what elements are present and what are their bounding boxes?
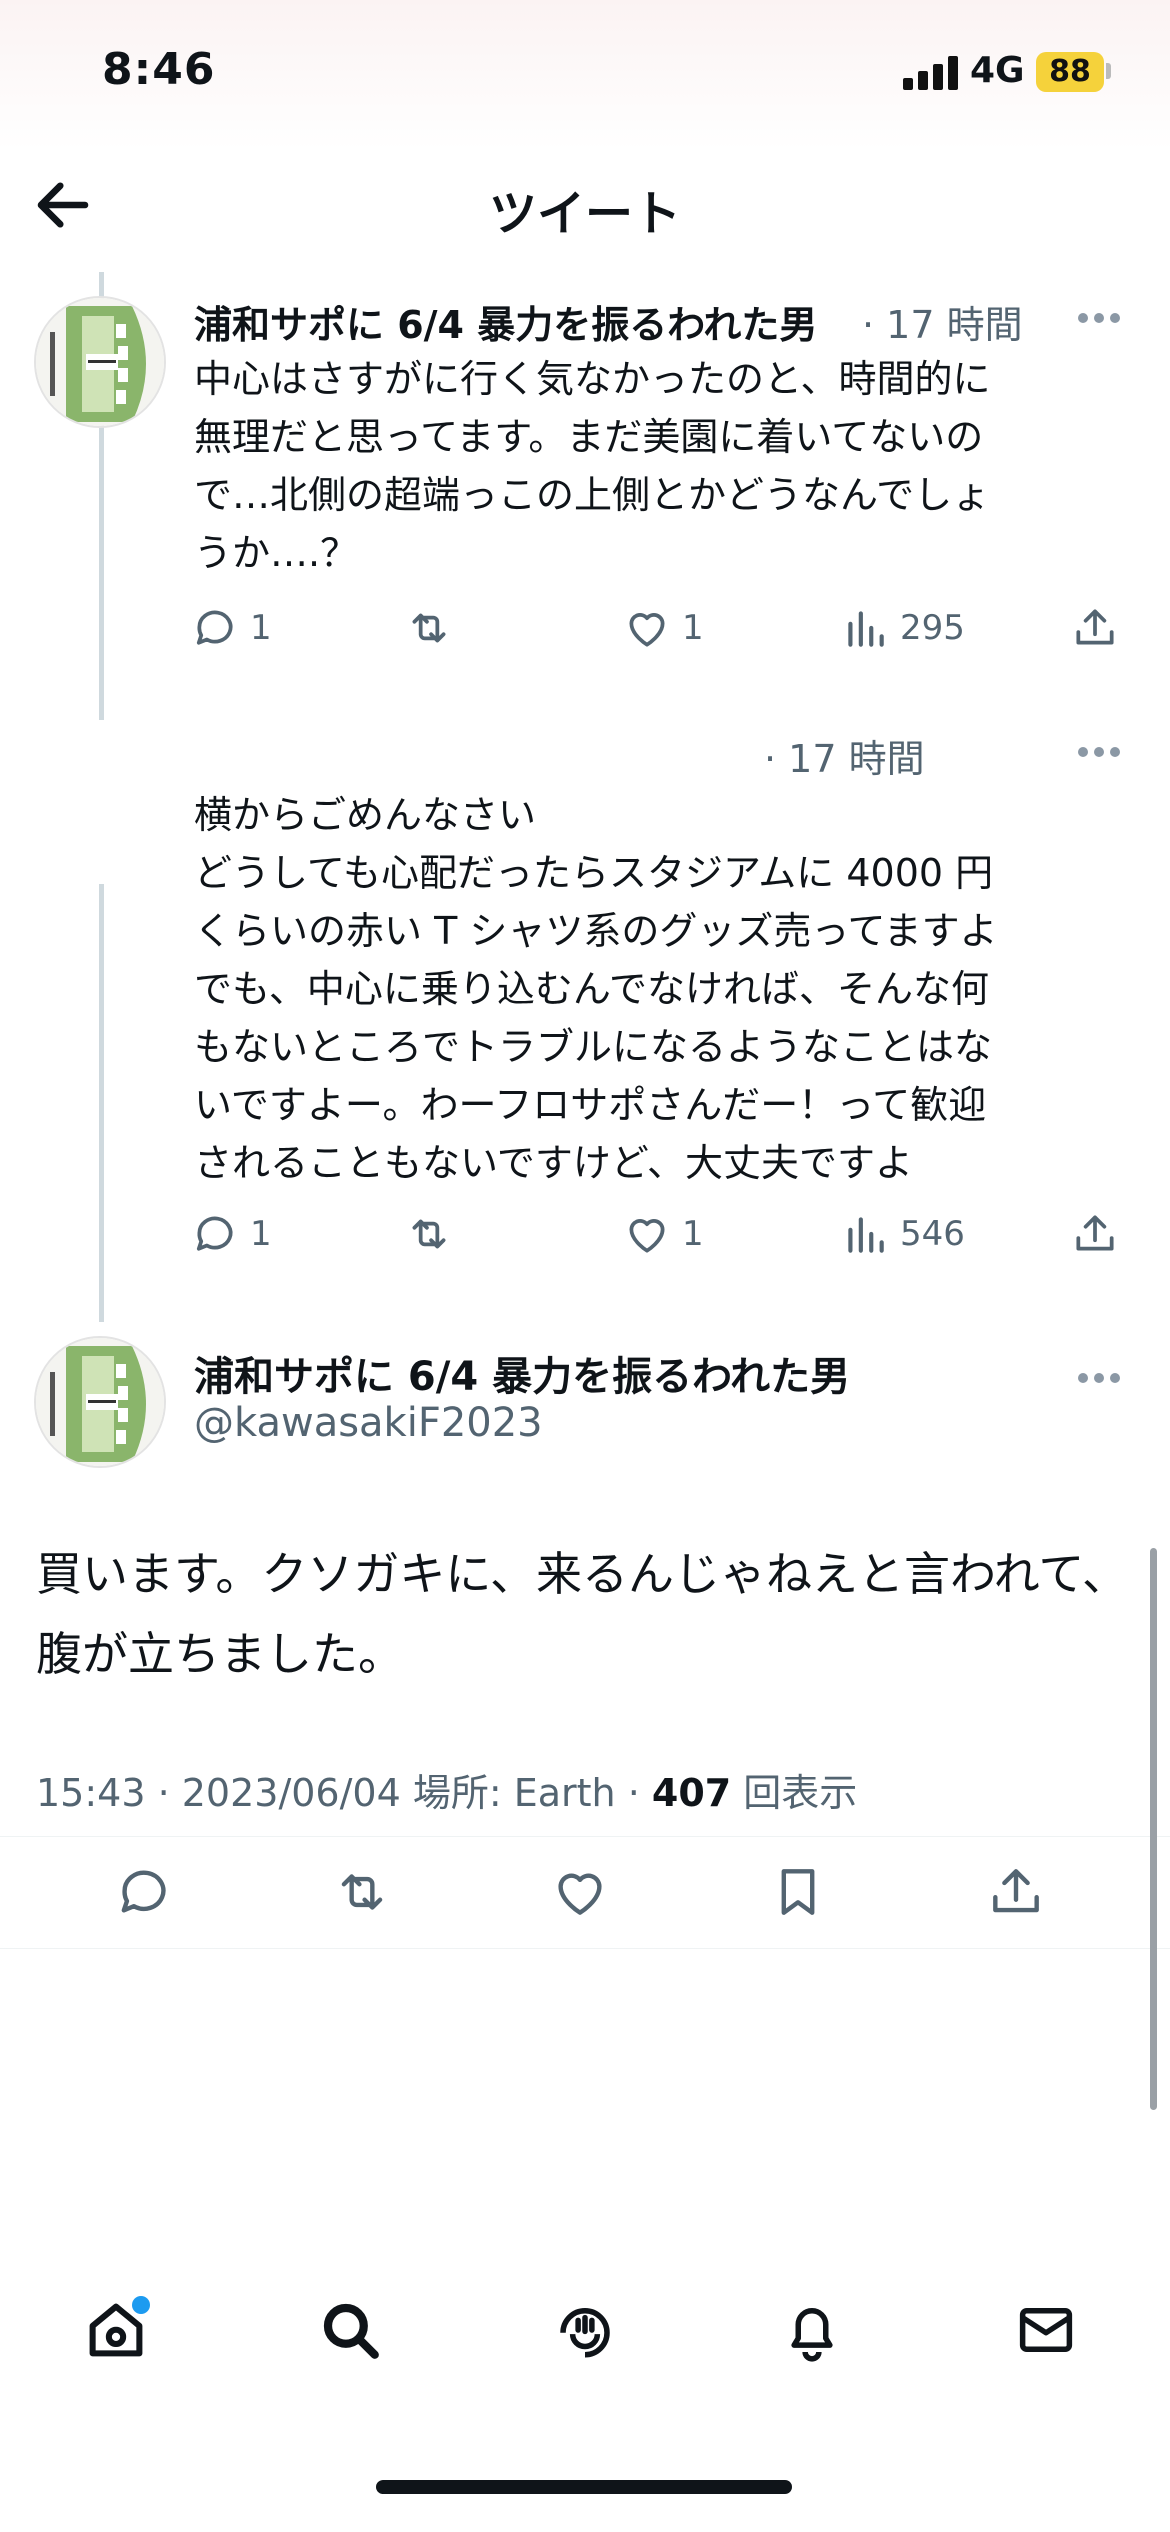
reply-count: 1 bbox=[250, 1214, 272, 1254]
bookmark-icon bbox=[781, 1869, 815, 1915]
tweet-metadata: 15:43 · 2023/06/04 場所: Earth · 407 回表示 bbox=[36, 1762, 857, 1817]
battery-icon: 88 bbox=[1036, 52, 1104, 92]
signal-icon bbox=[903, 56, 959, 90]
tab-notifications[interactable] bbox=[772, 2290, 852, 2370]
retweet-icon bbox=[341, 1874, 383, 1910]
tweet-timestamp: · 17 時間 bbox=[862, 303, 1023, 347]
reply-icon bbox=[121, 1870, 166, 1913]
reply-count: 1 bbox=[250, 608, 272, 648]
reply-button[interactable] bbox=[104, 1852, 184, 1932]
battery-cap bbox=[1106, 63, 1111, 79]
share-icon bbox=[993, 1869, 1039, 1913]
retweet-button[interactable] bbox=[404, 598, 454, 658]
tab-bar bbox=[0, 2290, 1170, 2390]
tweet-text: 横からごめんなさい どうしても心配だったらスタジアムに 4000 円 くらいの赤… bbox=[194, 793, 998, 1185]
like-button[interactable]: 1 bbox=[622, 598, 704, 658]
scrollbar[interactable] bbox=[1150, 1548, 1157, 2110]
view-label: 回表示 bbox=[731, 1771, 858, 1815]
share-icon bbox=[1076, 1215, 1114, 1251]
retweet-icon bbox=[412, 1219, 446, 1249]
tab-messages[interactable] bbox=[1006, 2290, 1086, 2370]
views-icon bbox=[848, 1217, 884, 1253]
views-button[interactable]: 295 bbox=[840, 598, 965, 658]
view-count: 407 bbox=[651, 1771, 732, 1815]
page-title: ツイート bbox=[488, 186, 681, 242]
tweet-actions: 1 1 295 bbox=[190, 598, 1130, 658]
reply-icon bbox=[196, 1216, 233, 1251]
view-count: 546 bbox=[900, 1214, 965, 1254]
network-type: 4G bbox=[970, 50, 1025, 91]
more-icon[interactable] bbox=[1078, 308, 1128, 328]
bookmark-button[interactable] bbox=[758, 1852, 838, 1932]
like-count: 1 bbox=[682, 608, 704, 648]
tweet-author-handle[interactable]: @kawasakiF2023 bbox=[194, 1400, 543, 1446]
spaces-icon bbox=[560, 2308, 610, 2358]
main-tweet-text: 買います。クソガキに、来るんじゃねえと言われて、腹が立ちました。 bbox=[36, 1547, 1129, 1681]
like-button[interactable] bbox=[540, 1852, 620, 1932]
home-indicator[interactable] bbox=[376, 2480, 792, 2494]
search-icon bbox=[323, 2303, 379, 2359]
tweet-text: 中心はさすがに行く気なかったのと、時間的に 無理だと思ってます。まだ美園に着いて… bbox=[194, 357, 991, 575]
nav-header: ツイート bbox=[0, 160, 1170, 250]
avatar[interactable] bbox=[34, 296, 166, 428]
share-icon bbox=[1076, 609, 1114, 645]
thread-line bbox=[99, 884, 104, 1322]
status-bar: 8:46 4G 88 bbox=[0, 0, 1170, 150]
tweet-timestamp: · 17 時間 bbox=[764, 737, 925, 781]
share-button[interactable] bbox=[1070, 1204, 1120, 1264]
status-time: 8:46 bbox=[102, 44, 216, 95]
heart-icon bbox=[558, 1873, 602, 1915]
heart-icon bbox=[629, 613, 665, 647]
reply-button[interactable]: 1 bbox=[190, 598, 272, 658]
views-button[interactable]: 546 bbox=[840, 1204, 965, 1264]
reply-icon bbox=[196, 610, 233, 645]
avatar[interactable] bbox=[34, 1336, 166, 1468]
retweet-button[interactable] bbox=[404, 1204, 454, 1264]
share-button[interactable] bbox=[976, 1852, 1056, 1932]
main-tweet-actions bbox=[0, 1852, 1170, 1932]
more-icon[interactable] bbox=[1078, 742, 1128, 762]
notification-dot bbox=[132, 2296, 150, 2314]
tweet-time-location: 15:43 · 2023/06/04 場所: Earth · bbox=[36, 1771, 652, 1815]
divider bbox=[0, 1948, 1170, 1949]
heart-icon bbox=[629, 1219, 665, 1253]
mail-icon bbox=[1019, 2308, 1073, 2352]
views-icon bbox=[848, 611, 884, 647]
tab-search[interactable] bbox=[310, 2290, 390, 2370]
more-icon[interactable] bbox=[1078, 1368, 1128, 1388]
view-count: 295 bbox=[900, 608, 965, 648]
tweet-author-name[interactable]: 浦和サポに 6/4 暴力を振るわれた男 bbox=[194, 294, 817, 349]
tweet-actions: 1 1 546 bbox=[190, 1204, 1130, 1264]
like-count: 1 bbox=[682, 1214, 704, 1254]
retweet-icon bbox=[412, 613, 446, 643]
divider bbox=[0, 1836, 1170, 1837]
share-button[interactable] bbox=[1070, 598, 1120, 658]
retweet-button[interactable] bbox=[322, 1852, 402, 1932]
bell-icon bbox=[791, 2308, 833, 2362]
tab-spaces[interactable] bbox=[545, 2290, 625, 2370]
like-button[interactable]: 1 bbox=[622, 1204, 704, 1264]
tweet-author-name[interactable]: 浦和サポに 6/4 暴力を振るわれた男 bbox=[194, 1344, 850, 1402]
reply-button[interactable]: 1 bbox=[190, 1204, 272, 1264]
